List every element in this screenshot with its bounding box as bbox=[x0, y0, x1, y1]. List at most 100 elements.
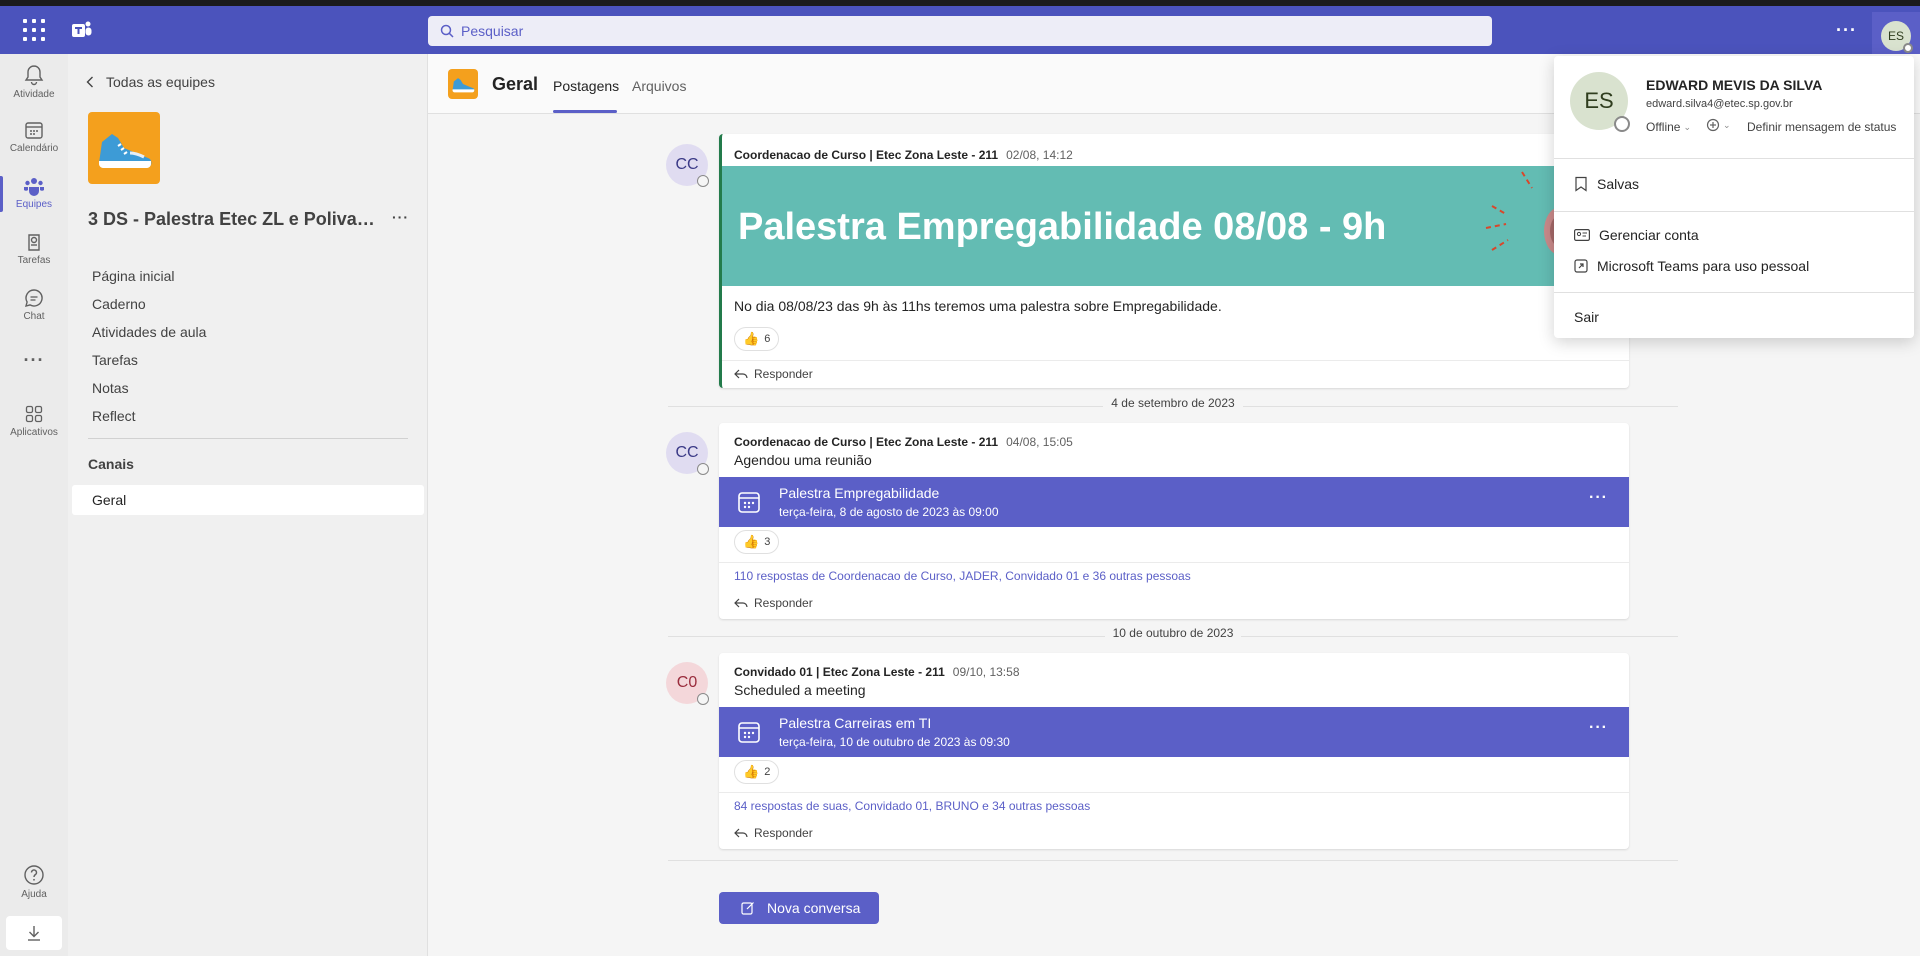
date-separator-label: 4 de setembro de 2023 bbox=[1103, 396, 1243, 410]
team-nav-item[interactable]: Reflect bbox=[92, 402, 206, 430]
reaction-like[interactable]: 👍 2 bbox=[734, 760, 780, 784]
post-body: No dia 08/08/23 das 9h às 11hs teremos u… bbox=[734, 298, 1222, 314]
contact-card-icon bbox=[1574, 229, 1590, 241]
post-author[interactable]: Coordenacao de Curso | Etec Zona Leste -… bbox=[734, 435, 998, 449]
search-placeholder: Pesquisar bbox=[461, 23, 524, 39]
profile-email: edward.silva4@etec.sp.gov.br bbox=[1646, 98, 1793, 110]
more-apps-icon[interactable]: ··· bbox=[0, 350, 68, 371]
team-nav-item[interactable]: Atividades de aula bbox=[92, 318, 206, 346]
channels-heading[interactable]: Canais bbox=[88, 456, 134, 472]
post-time: 04/08, 15:05 bbox=[1006, 435, 1073, 449]
tab-files[interactable]: Arquivos bbox=[632, 78, 686, 94]
post-body: Agendou uma reunião bbox=[734, 452, 872, 468]
bell-icon bbox=[24, 65, 44, 86]
divider bbox=[722, 360, 1629, 361]
user-avatar-button[interactable]: ES bbox=[1872, 12, 1920, 60]
reply-label: Responder bbox=[754, 367, 813, 381]
team-nav-item[interactable]: Tarefas bbox=[92, 346, 206, 374]
meeting-card[interactable]: Palestra Empregabilidade terça-feira, 8 … bbox=[719, 477, 1629, 527]
menu-item-teams-personal[interactable]: Microsoft Teams para uso pessoal bbox=[1574, 258, 1809, 274]
rail-item-help[interactable]: Ajuda bbox=[0, 854, 68, 910]
assignments-icon bbox=[28, 234, 40, 251]
post-card: Convidado 01 | Etec Zona Leste - 211 09/1… bbox=[719, 653, 1629, 849]
rail-item-calendar[interactable]: Calendário bbox=[0, 110, 68, 166]
date-separator: 10 de outubro de 2023 bbox=[668, 626, 1678, 646]
profile-avatar[interactable]: ES bbox=[1570, 72, 1630, 132]
date-separator: 4 de setembro de 2023 bbox=[668, 396, 1678, 416]
search-icon bbox=[440, 24, 454, 38]
set-status-message-link[interactable]: Definir mensagem de status bbox=[1747, 120, 1909, 134]
team-pane: Todas as equipes 3 DS - Palestra Etec ZL… bbox=[68, 54, 428, 956]
presence-status-icon bbox=[697, 175, 709, 187]
more-options-icon[interactable]: ··· bbox=[1589, 719, 1608, 737]
profile-name: EDWARD MEVIS DA SILVA bbox=[1646, 77, 1823, 93]
replies-summary-link[interactable]: 84 respostas de suas, Convidado 01, BRUN… bbox=[734, 799, 1090, 813]
team-nav-item[interactable]: Página inicial bbox=[92, 262, 206, 290]
reaction-like[interactable]: 👍 6 bbox=[734, 327, 780, 351]
divider bbox=[668, 860, 1678, 861]
reply-button[interactable]: Responder bbox=[734, 367, 813, 381]
post-body: Scheduled a meeting bbox=[734, 682, 866, 698]
team-name[interactable]: 3 DS - Palestra Etec ZL e Polivalente bbox=[88, 209, 378, 230]
channel-item-geral[interactable]: Geral bbox=[72, 485, 424, 515]
app-rail: Atividade Calendário Equipes Tarefas Cha… bbox=[0, 54, 68, 956]
more-options-icon[interactable]: ··· bbox=[1589, 489, 1608, 507]
post-time: 02/08, 14:12 bbox=[1006, 148, 1073, 162]
chevron-down-icon: ⌄ bbox=[1723, 119, 1731, 130]
menu-item-label: Gerenciar conta bbox=[1599, 227, 1699, 243]
team-image bbox=[88, 112, 160, 184]
menu-item-manage-account[interactable]: Gerenciar conta bbox=[1574, 227, 1699, 243]
download-icon bbox=[28, 926, 40, 941]
chevron-down-icon: ⌄ bbox=[1683, 121, 1692, 132]
post-time: 09/10, 13:58 bbox=[952, 665, 1020, 679]
meeting-card[interactable]: Palestra Carreiras em TI terça-feira, 10… bbox=[719, 707, 1629, 757]
rail-item-teams[interactable]: Equipes bbox=[0, 166, 68, 222]
avatar[interactable]: C0 bbox=[666, 662, 709, 705]
menu-item-sign-out[interactable]: Sair bbox=[1574, 309, 1599, 325]
team-nav-item[interactable]: Caderno bbox=[92, 290, 206, 318]
rail-label: Tarefas bbox=[17, 255, 51, 266]
more-options-icon[interactable]: ··· bbox=[1836, 20, 1857, 41]
post-card: Coordenacao de Curso | Etec Zona Leste -… bbox=[719, 423, 1629, 619]
reaction-like[interactable]: 👍 3 bbox=[734, 530, 780, 554]
menu-item-label: Microsoft Teams para uso pessoal bbox=[1597, 258, 1810, 274]
divider bbox=[1554, 158, 1914, 159]
divider bbox=[1554, 211, 1914, 212]
rail-label: Calendário bbox=[9, 143, 59, 154]
profile-menu: ES EDWARD MEVIS DA SILVA edward.silva4@e… bbox=[1554, 56, 1914, 338]
presence-status-icon bbox=[1903, 43, 1913, 53]
download-button[interactable] bbox=[6, 916, 62, 950]
menu-item-saved[interactable]: Salvas bbox=[1574, 176, 1639, 192]
reply-label: Responder bbox=[754, 826, 813, 840]
post-meta: Coordenacao de Curso | Etec Zona Leste -… bbox=[734, 148, 1073, 162]
team-nav: Página inicial Caderno Atividades de aul… bbox=[92, 262, 206, 430]
new-conversation-label: Nova conversa bbox=[767, 900, 861, 916]
app-launcher-icon[interactable] bbox=[20, 17, 48, 43]
help-icon bbox=[24, 865, 44, 885]
reply-button[interactable]: Responder bbox=[734, 826, 813, 840]
avatar[interactable]: CC bbox=[666, 432, 709, 475]
post-author[interactable]: Convidado 01 | Etec Zona Leste - 211 bbox=[734, 665, 945, 679]
announcement-banner: Palestra Empregabilidade 08/08 - 9h bbox=[722, 166, 1632, 286]
tab-posts[interactable]: Postagens bbox=[553, 78, 619, 113]
avatar[interactable]: CC bbox=[666, 144, 709, 187]
rail-label: Equipes bbox=[15, 199, 53, 210]
new-conversation-button[interactable]: Nova conversa bbox=[719, 892, 879, 924]
search-input[interactable]: Pesquisar bbox=[428, 16, 1492, 46]
presence-status-dropdown[interactable]: Offline ⌄ bbox=[1646, 120, 1691, 134]
rail-item-apps[interactable]: Aplicativos bbox=[0, 394, 68, 450]
avatar-initials: CC bbox=[675, 156, 699, 173]
replies-summary-link[interactable]: 110 respostas de Coordenacao de Curso, J… bbox=[734, 569, 1191, 583]
post-author[interactable]: Coordenacao de Curso | Etec Zona Leste -… bbox=[734, 148, 998, 162]
rail-item-chat[interactable]: Chat bbox=[0, 278, 68, 334]
reaction-count: 6 bbox=[764, 333, 771, 345]
back-to-all-teams[interactable]: Todas as equipes bbox=[86, 74, 215, 90]
reply-button[interactable]: Responder bbox=[734, 596, 813, 610]
rail-item-assignments[interactable]: Tarefas bbox=[0, 222, 68, 278]
meeting-time: terça-feira, 10 de outubro de 2023 às 09… bbox=[779, 735, 1010, 749]
status-location-button[interactable]: ⌄ bbox=[1706, 118, 1731, 132]
team-more-options-icon[interactable]: ··· bbox=[392, 209, 409, 225]
rail-item-activity[interactable]: Atividade bbox=[0, 54, 68, 110]
team-nav-item[interactable]: Notas bbox=[92, 374, 206, 402]
chat-icon bbox=[24, 289, 43, 308]
